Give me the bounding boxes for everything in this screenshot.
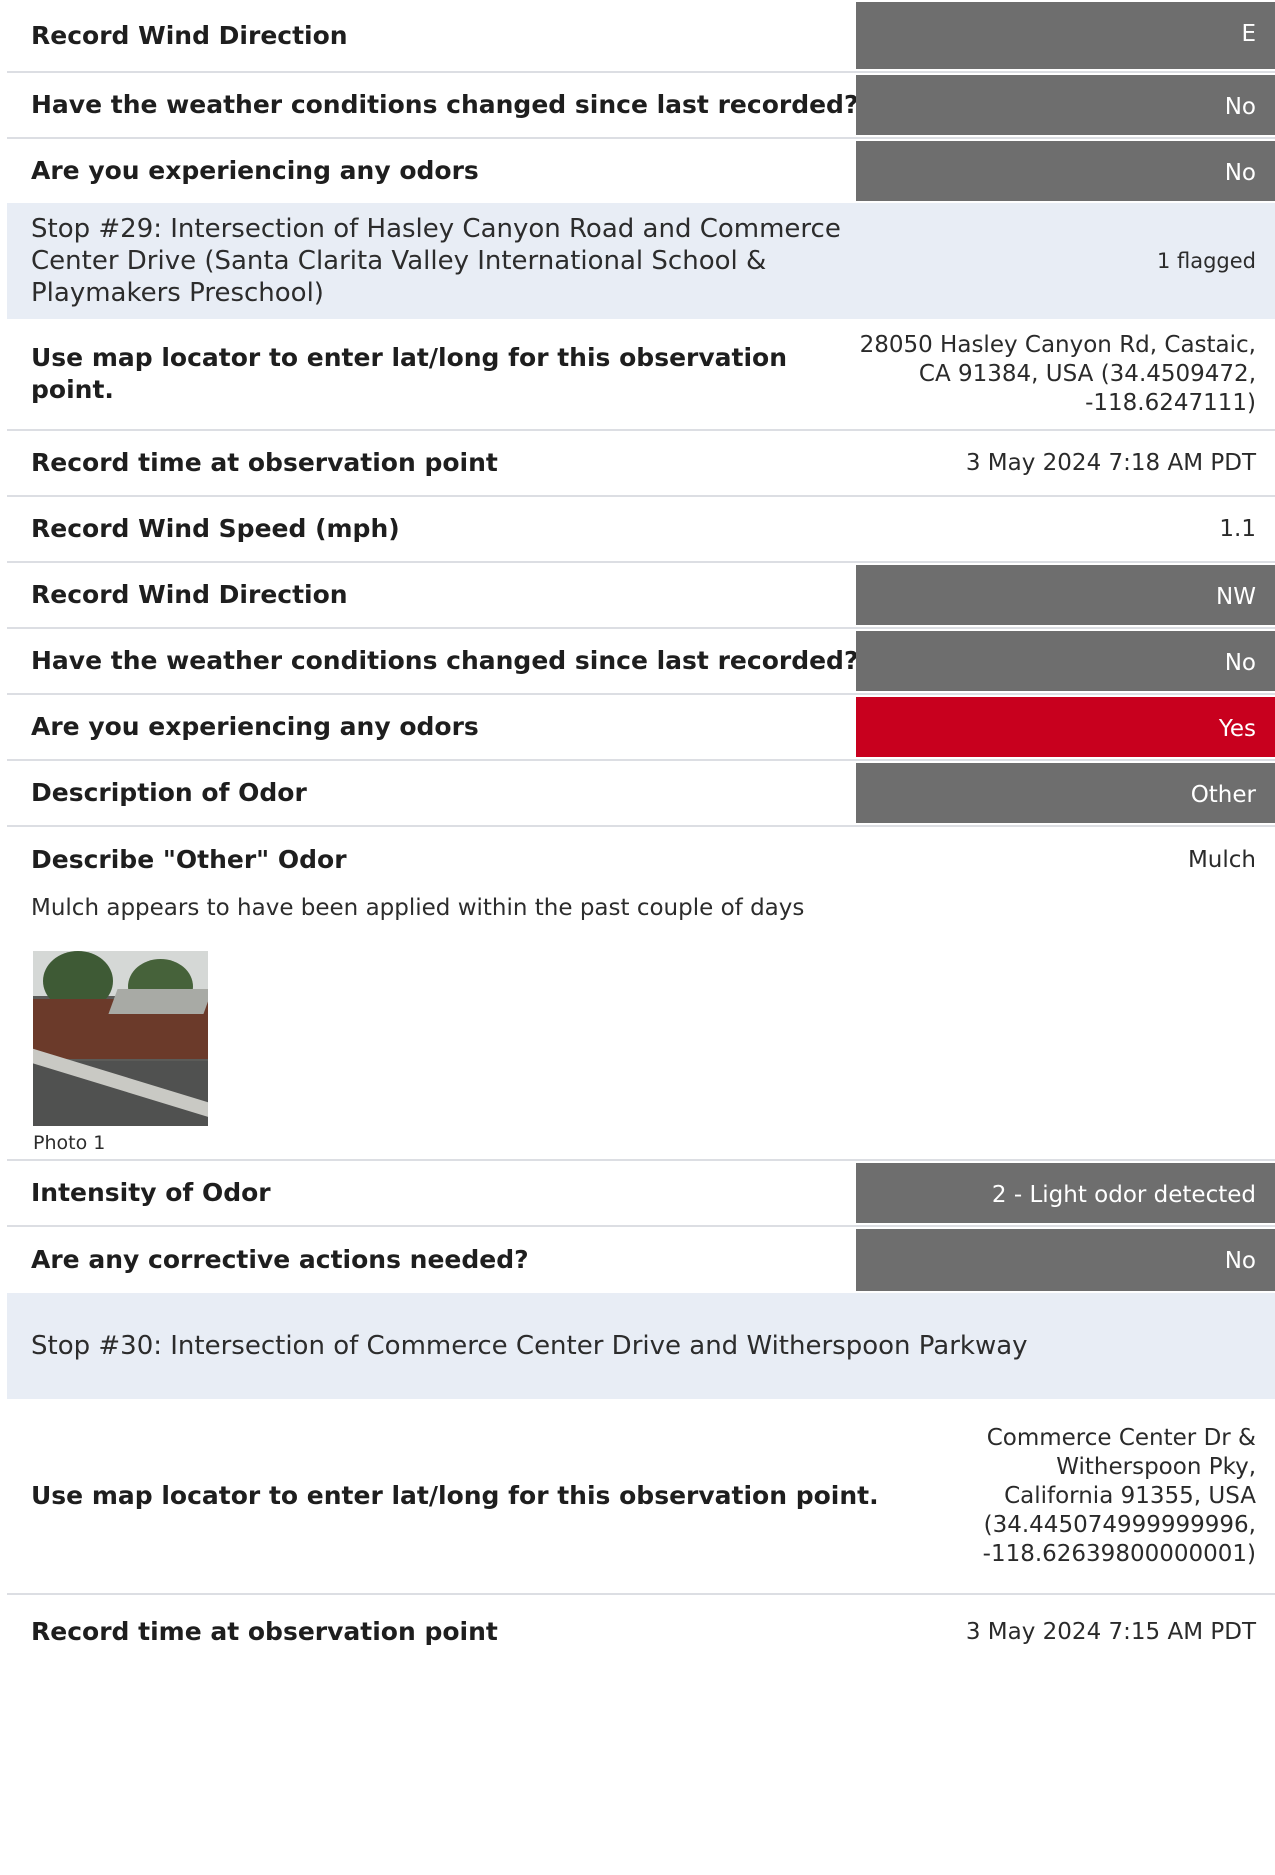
answer-pill: No: [856, 631, 1275, 691]
time-row: Record time at observation point 3 May 2…: [7, 431, 1275, 497]
stop-title: Stop #30: Intersection of Commerce Cente…: [31, 1331, 1028, 1361]
other-odor-row: Describe "Other" Odor Mulch: [7, 827, 1275, 893]
odors-row: Are you experiencing any odors Yes: [7, 695, 1275, 761]
question-row: Are you experiencing any odors No: [7, 139, 1275, 203]
question-label: Describe "Other" Odor: [31, 845, 347, 874]
answer-pill: No: [856, 75, 1275, 135]
question-label: Record time at observation point: [31, 448, 498, 477]
location-value: Commerce Center Dr & Witherspoon Pky, Ca…: [982, 1424, 1256, 1567]
wind-direction-row: Record Wind Direction NW: [7, 563, 1275, 629]
odor-note-block: Mulch appears to have been applied withi…: [7, 893, 1275, 1161]
weather-changed-row: Have the weather conditions changed sinc…: [7, 629, 1275, 695]
time-row: Record time at observation point 3 May 2…: [7, 1595, 1275, 1669]
location-value: 28050 Hasley Canyon Rd, Castaic, CA 9138…: [859, 331, 1256, 416]
question-label: Record Wind Speed (mph): [31, 514, 400, 543]
odor-note: Mulch appears to have been applied withi…: [31, 895, 805, 921]
question-row: Record Wind Direction E: [7, 0, 1275, 73]
wind-speed-value: 1.1: [1219, 515, 1256, 542]
answer-pill: NW: [856, 565, 1275, 625]
photo-thumbnail[interactable]: [33, 951, 208, 1126]
wind-speed-row: Record Wind Speed (mph) 1.1: [7, 497, 1275, 563]
flagged-answer-pill: Yes: [856, 697, 1275, 757]
stop-header: Stop #29: Intersection of Hasley Canyon …: [7, 203, 1275, 319]
other-odor-value: Mulch: [1187, 846, 1256, 873]
photo-caption: Photo 1: [33, 1132, 106, 1154]
question-label: Record time at observation point: [31, 1617, 498, 1646]
question-label: Use map locator to enter lat/long for th…: [31, 343, 788, 404]
odor-description-row: Description of Odor Other: [7, 761, 1275, 827]
flag-count: 1 flagged: [1156, 249, 1256, 273]
stop-header: Stop #30: Intersection of Commerce Cente…: [7, 1293, 1275, 1399]
intensity-row: Intensity of Odor 2 - Light odor detecte…: [7, 1161, 1275, 1227]
inspection-report: Record Wind Direction E Have the weather…: [7, 0, 1275, 1669]
question-label: Use map locator to enter lat/long for th…: [31, 1481, 879, 1510]
location-row: Use map locator to enter lat/long for th…: [7, 1399, 1275, 1595]
corrective-row: Are any corrective actions needed? No: [7, 1227, 1275, 1293]
time-value: 3 May 2024 7:18 AM PDT: [965, 449, 1256, 476]
answer-pill: Other: [856, 763, 1275, 823]
question-row: Have the weather conditions changed sinc…: [7, 73, 1275, 139]
answer-pill: 2 - Light odor detected: [856, 1163, 1275, 1223]
answer-pill: No: [856, 141, 1275, 201]
location-row: Use map locator to enter lat/long for th…: [7, 319, 1275, 431]
time-value: 3 May 2024 7:15 AM PDT: [965, 1618, 1256, 1645]
answer-pill: E: [856, 2, 1275, 69]
stop-title: Stop #29: Intersection of Hasley Canyon …: [31, 214, 841, 308]
answer-pill: No: [856, 1229, 1275, 1291]
